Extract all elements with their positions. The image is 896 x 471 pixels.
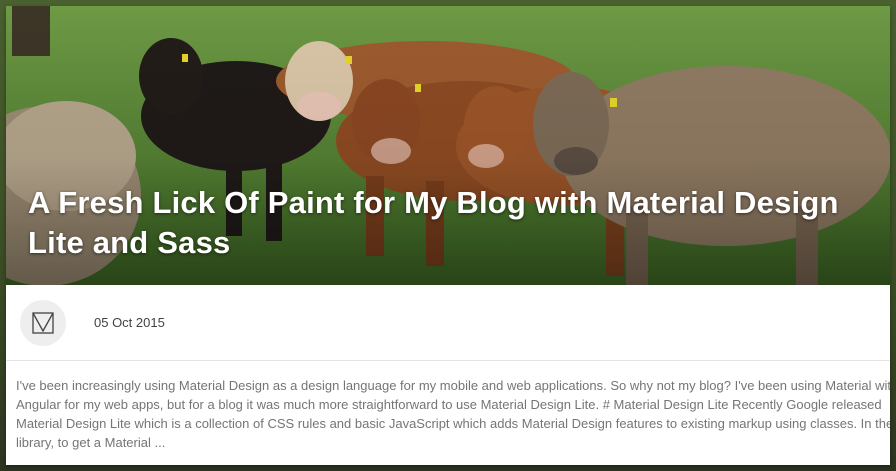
author-avatar[interactable] bbox=[20, 299, 66, 346]
excerpt-line: Material Design Lite which is a collecti… bbox=[16, 416, 890, 431]
blog-post-card[interactable]: A Fresh Lick Of Paint for My Blog with M… bbox=[6, 6, 890, 465]
post-title[interactable]: A Fresh Lick Of Paint for My Blog with M… bbox=[28, 183, 868, 263]
post-excerpt[interactable]: I've been increasingly using Material De… bbox=[6, 361, 890, 452]
post-date: 05 Oct 2015 bbox=[94, 315, 165, 330]
excerpt-line: library, to get a Material ... bbox=[16, 435, 166, 450]
post-meta: 05 Oct 2015 bbox=[6, 285, 890, 361]
excerpt-line: Angular for my web apps, but for a blog … bbox=[16, 397, 882, 412]
excerpt-line: I've been increasingly using Material De… bbox=[16, 378, 890, 393]
material-logo-icon bbox=[32, 311, 54, 334]
hero-image[interactable]: A Fresh Lick Of Paint for My Blog with M… bbox=[6, 6, 890, 285]
